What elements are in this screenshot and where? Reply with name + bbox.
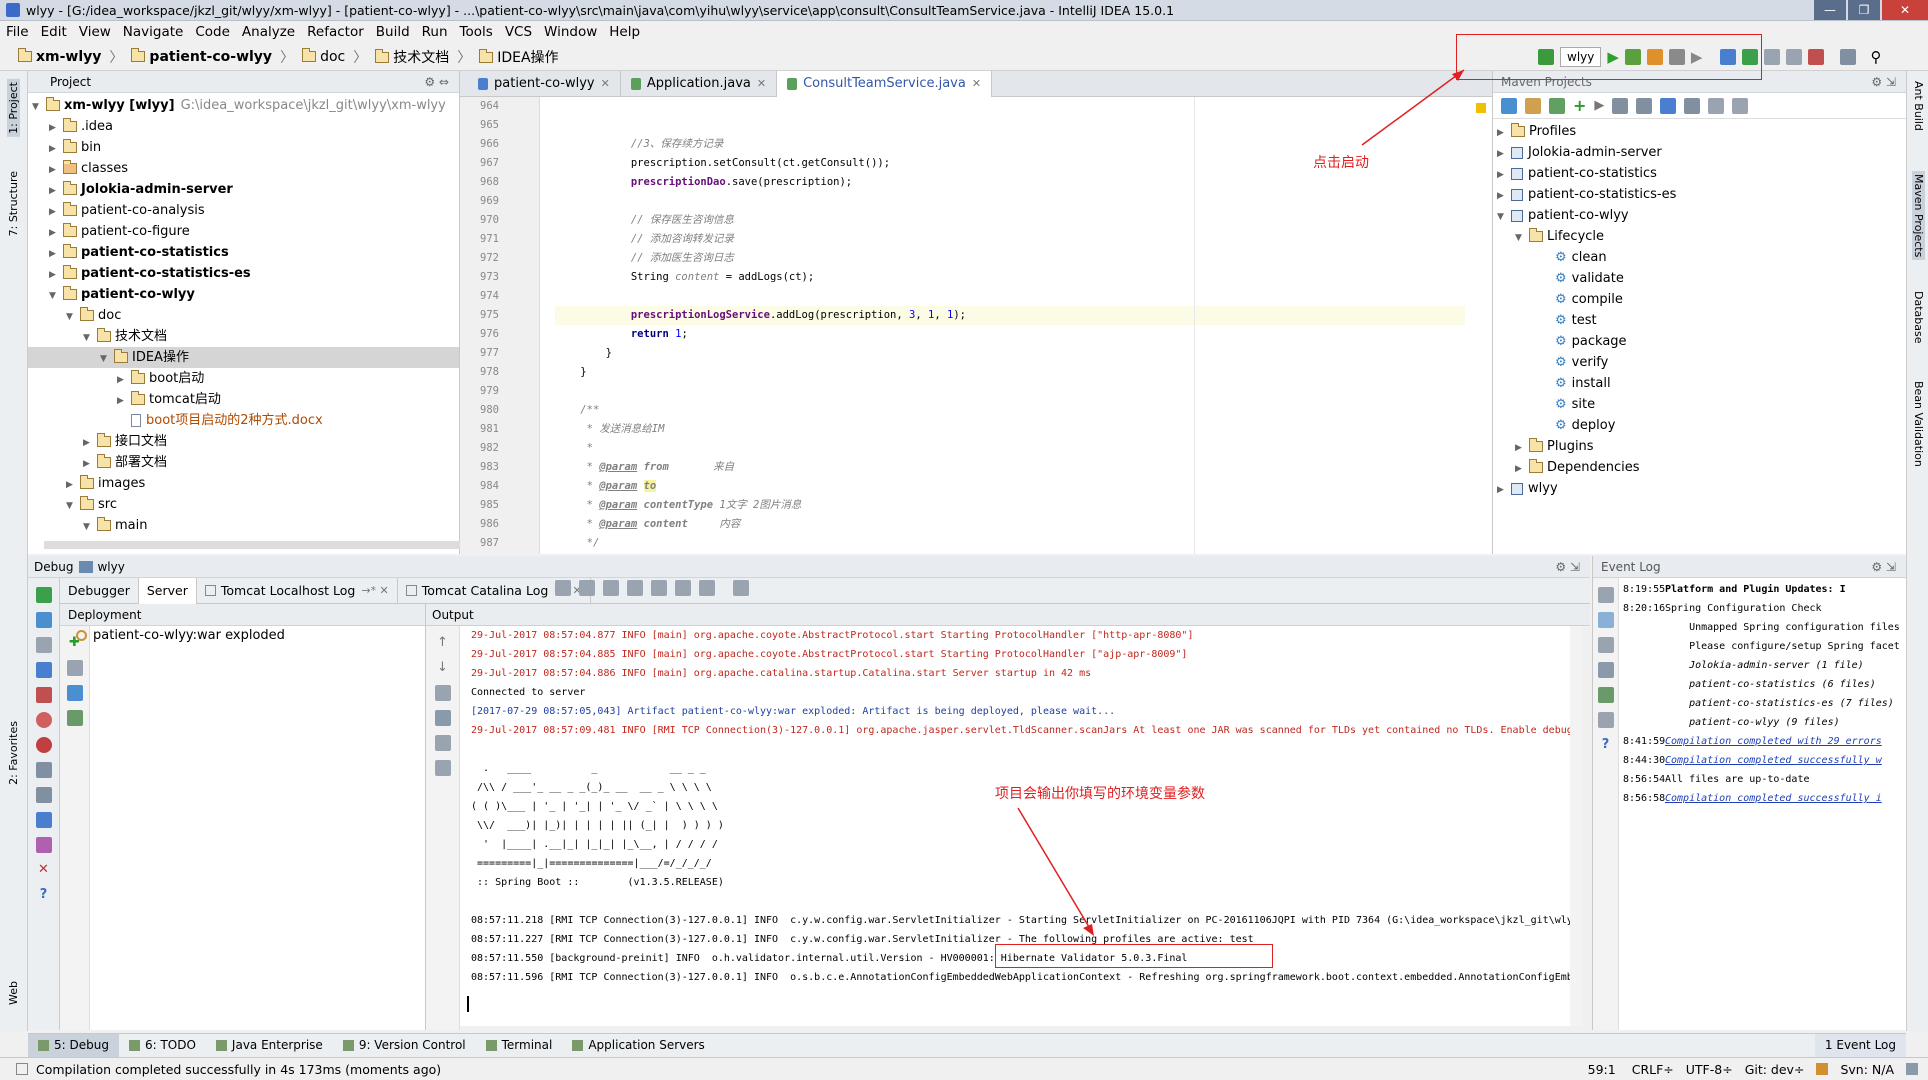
annotation-arrows — [1017, 69, 1465, 936]
